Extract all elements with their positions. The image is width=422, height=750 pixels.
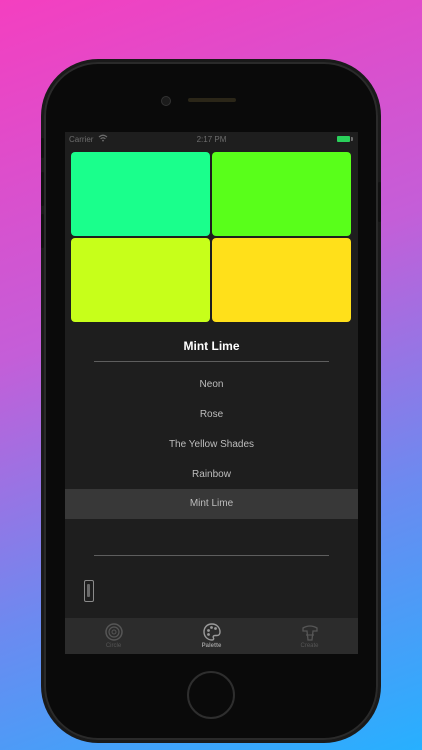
swatch-green[interactable] [212, 152, 351, 236]
palette-option-rose[interactable]: Rose [65, 400, 358, 430]
side-button-power [378, 182, 381, 222]
palette-option-rainbow[interactable]: Rainbow [65, 460, 358, 490]
front-camera [161, 96, 171, 106]
swatch-lime[interactable] [71, 238, 210, 322]
side-button-volume-up [41, 172, 44, 206]
app-screen: Carrier 2:17 PM Mint Lime Neon Rose The … [65, 132, 358, 654]
tab-create-label: Create [300, 643, 319, 649]
create-icon [301, 625, 318, 641]
tab-palette[interactable]: Palette [163, 618, 260, 654]
tab-bar: Circle Palette Create [65, 618, 358, 654]
status-time: 2:17 PM [196, 135, 227, 144]
palette-option-mint-lime[interactable]: Mint Lime [65, 489, 358, 519]
battery-icon [337, 136, 350, 142]
tab-create[interactable]: Create [261, 618, 358, 654]
circle-icon [104, 623, 123, 641]
tab-circle[interactable]: Circle [65, 618, 162, 654]
device-icon[interactable] [84, 580, 94, 602]
palette-option-neon[interactable]: Neon [65, 370, 358, 400]
phone-frame: Carrier 2:17 PM Mint Lime Neon Rose The … [41, 62, 381, 740]
side-button-mute [41, 138, 44, 158]
palette-title: Mint Lime [183, 339, 240, 353]
palette-option-yellow-shades[interactable]: The Yellow Shades [65, 430, 358, 460]
picker-top-divider [94, 361, 329, 362]
home-button[interactable] [187, 671, 235, 719]
tab-palette-label: Palette [201, 643, 222, 649]
battery-tip [351, 137, 353, 141]
earpiece-speaker [188, 98, 236, 102]
picker-bottom-divider [94, 555, 329, 556]
side-button-volume-down [41, 214, 44, 248]
swatch-mint[interactable] [71, 152, 210, 236]
tab-circle-label: Circle [105, 643, 122, 649]
status-bar: Carrier 2:17 PM [65, 132, 358, 148]
swatch-yellow[interactable] [212, 238, 351, 322]
palette-icon [202, 623, 221, 641]
